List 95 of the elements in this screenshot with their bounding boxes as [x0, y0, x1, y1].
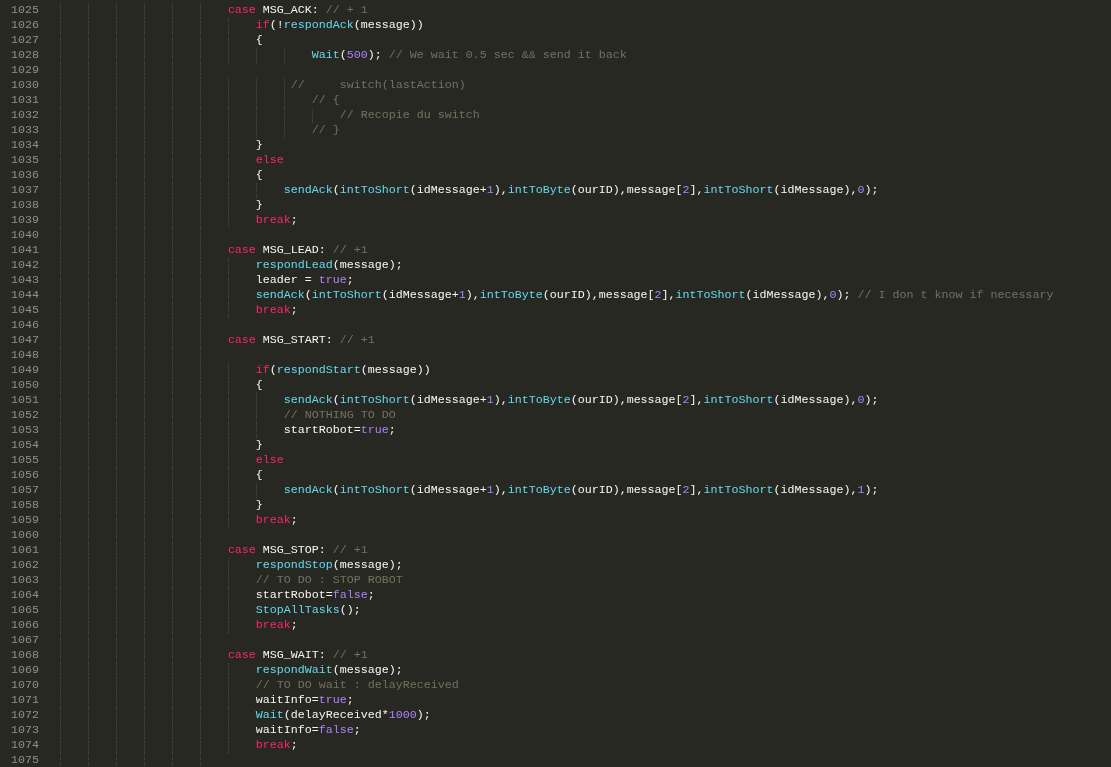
code-line: sendAck(intToShort(idMessage+1),intToByte(ourID),message[2],intToShort(idMessage),0); [283, 393, 879, 408]
code-line: sendAck(intToShort(idMessage+1),intToByte(ourID),message[2],intToShort(idMessage),0); [283, 183, 879, 198]
line-number: 1073 [11, 723, 39, 738]
line-number: 1075 [11, 753, 39, 767]
line-number: 1034 [11, 138, 39, 153]
line-number: 1069 [11, 663, 39, 678]
line-number: 1046 [11, 318, 39, 333]
code-line: waitInfo=false; [255, 723, 361, 738]
line-number: 1047 [11, 333, 39, 348]
line-number: 1054 [11, 438, 39, 453]
line-number: 1067 [11, 633, 39, 648]
line-number: 1060 [11, 528, 39, 543]
code-line: } [255, 498, 263, 513]
line-number: 1061 [11, 543, 39, 558]
line-number: 1052 [11, 408, 39, 423]
line-number: 1036 [11, 168, 39, 183]
code-line: respondWait(message); [255, 663, 403, 678]
code-line: // } [311, 123, 340, 138]
code-line: Wait(500); // We wait 0.5 sec && send it back [311, 48, 627, 63]
code-line: break; [255, 303, 298, 318]
line-number: 1072 [11, 708, 39, 723]
code-line: Wait(delayReceived*1000); [255, 708, 431, 723]
code-line: break; [255, 213, 298, 228]
line-number: 1051 [11, 393, 39, 408]
code-line: case MSG_ACK: // + 1 [227, 3, 368, 18]
line-number: 1031 [11, 93, 39, 108]
code-line: // NOTHING TO DO [283, 408, 396, 423]
line-number: 1039 [11, 213, 39, 228]
code-line: // Recopie du switch [339, 108, 480, 123]
code-line: } [255, 138, 263, 153]
line-number: 1041 [11, 243, 39, 258]
line-number: 1053 [11, 423, 39, 438]
line-number: 1049 [11, 363, 39, 378]
line-number: 1066 [11, 618, 39, 633]
line-number: 1045 [11, 303, 39, 318]
code-line: break; [255, 513, 298, 528]
line-number: 1035 [11, 153, 39, 168]
line-number: 1068 [11, 648, 39, 663]
line-number: 1037 [11, 183, 39, 198]
code-line: // switch(lastAction) [290, 78, 466, 93]
code-line: { [255, 168, 263, 183]
line-number: 1062 [11, 558, 39, 573]
line-number: 1029 [11, 63, 39, 78]
line-number: 1048 [11, 348, 39, 363]
line-number: 1055 [11, 453, 39, 468]
line-number: 1056 [11, 468, 39, 483]
code-line: sendAck(intToShort(idMessage+1),intToByte(ourID),message[2],intToShort(idMessage),0); // I don t know if necessary [255, 288, 1054, 303]
line-number: 1050 [11, 378, 39, 393]
line-number: 1074 [11, 738, 39, 753]
code-line: respondStop(message); [255, 558, 403, 573]
line-number: 1028 [11, 48, 39, 63]
line-number: 1059 [11, 513, 39, 528]
line-number: 1071 [11, 693, 39, 708]
code-line: if(respondStart(message)) [255, 363, 431, 378]
line-number: 1057 [11, 483, 39, 498]
line-number: 1044 [11, 288, 39, 303]
line-number: 1064 [11, 588, 39, 603]
code-line: respondLead(message); [255, 258, 403, 273]
code-line: case MSG_WAIT: // +1 [227, 648, 368, 663]
code-line: break; [255, 618, 298, 633]
line-number: 1033 [11, 123, 39, 138]
code-line: { [255, 378, 263, 393]
code-line: sendAck(intToShort(idMessage+1),intToByte(ourID),message[2],intToShort(idMessage),1); [283, 483, 879, 498]
code-line: startRobot=true; [283, 423, 396, 438]
code-line: StopAllTasks(); [255, 603, 361, 618]
code-line: // TO DO : STOP ROBOT [255, 573, 403, 588]
line-number: 1043 [11, 273, 39, 288]
line-number: 1070 [11, 678, 39, 693]
code-line: case MSG_START: // +1 [227, 333, 375, 348]
code-line: { [255, 33, 263, 48]
line-number: 1026 [11, 18, 39, 33]
code-line: leader = true; [255, 273, 354, 288]
code-line: { [255, 468, 263, 483]
code-line: case MSG_LEAD: // +1 [227, 243, 368, 258]
code-line: if(!respondAck(message)) [255, 18, 424, 33]
line-number: 1025 [11, 3, 39, 18]
code-line: } [255, 438, 263, 453]
line-number: 1027 [11, 33, 39, 48]
line-number: 1042 [11, 258, 39, 273]
code-line: break; [255, 738, 298, 753]
code-line: else [255, 153, 284, 168]
code-line: // TO DO wait : delayReceived [255, 678, 459, 693]
line-number: 1038 [11, 198, 39, 213]
line-number: 1032 [11, 108, 39, 123]
code-line: else [255, 453, 284, 468]
code-line: startRobot=false; [255, 588, 375, 603]
line-number: 1058 [11, 498, 39, 513]
code-line: // { [311, 93, 340, 108]
code-line: } [255, 198, 263, 213]
code-line: waitInfo=true; [255, 693, 354, 708]
line-number: 1030 [11, 78, 39, 93]
line-number: 1065 [11, 603, 39, 618]
line-number: 1040 [11, 228, 39, 243]
code-line: case MSG_STOP: // +1 [227, 543, 368, 558]
line-number: 1063 [11, 573, 39, 588]
